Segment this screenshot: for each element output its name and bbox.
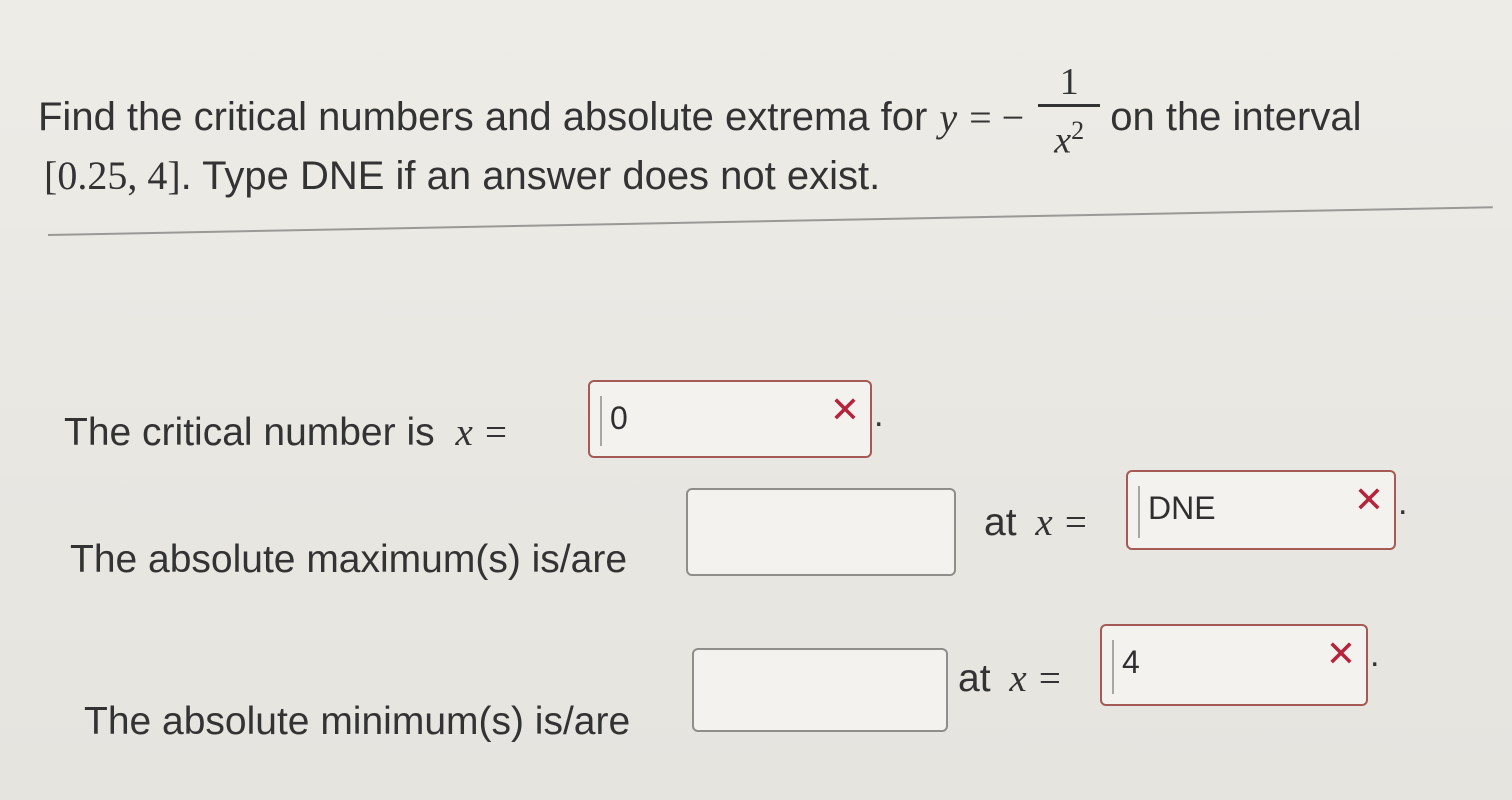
period: . — [874, 396, 884, 434]
maximum-label: The absolute maximum(s) is/are — [70, 538, 628, 581]
period: . — [1370, 636, 1380, 674]
critical-number-label: The critical number is — [64, 411, 435, 454]
minimum-at-row: at x = — [958, 656, 1063, 701]
minimum-x-value: 4 — [1122, 644, 1140, 680]
question-prompt: Find the critical numbers and absolute e… — [38, 94, 928, 139]
input-left-bar — [1112, 640, 1114, 694]
maximum-at-eq: x = — [1035, 501, 1089, 544]
maximum-at-label: at — [984, 501, 1017, 544]
input-left-bar — [600, 396, 602, 446]
maximum-x-value: DNE — [1148, 490, 1216, 526]
fraction-denominator: x2 — [1054, 111, 1084, 161]
maximum-x-input[interactable]: DNE ✕ — [1126, 470, 1396, 550]
fraction-numerator: 1 — [1059, 61, 1079, 103]
critical-number-value: 0 — [610, 400, 628, 436]
input-left-bar — [1138, 486, 1140, 538]
maximum-value-input[interactable] — [686, 488, 956, 576]
maximum-row: The absolute maximum(s) is/are — [70, 538, 627, 582]
minimum-row: The absolute minimum(s) is/are — [84, 700, 630, 744]
incorrect-icon: ✕ — [1325, 633, 1356, 674]
critical-number-row: The critical number is x = — [64, 410, 509, 455]
question-text: Find the critical numbers and absolute e… — [38, 30, 1478, 230]
period: . — [1398, 484, 1408, 522]
question-line-2: [0.25, 4]. Type DNE if an answer does no… — [44, 152, 880, 199]
minimum-x-input[interactable]: 4 ✕ — [1100, 624, 1368, 706]
maximum-at-row: at x = — [984, 500, 1089, 545]
incorrect-icon: ✕ — [1353, 479, 1384, 520]
equation-lhs: y — [939, 94, 958, 140]
fraction: 1 x2 — [1038, 61, 1101, 161]
interval: [0.25, 4] — [44, 153, 181, 198]
question-tail: on the interval — [1110, 94, 1362, 139]
minimum-at-eq: x = — [1009, 657, 1063, 700]
denominator-exponent: 2 — [1071, 116, 1085, 145]
critical-number-eq: x = — [455, 411, 509, 454]
question-instruction: . Type DNE if an answer does not exist. — [180, 154, 881, 198]
incorrect-icon: ✕ — [829, 389, 860, 430]
equation-sign: = − — [969, 94, 1025, 140]
fraction-bar — [1038, 104, 1101, 107]
minimum-at-label: at — [958, 657, 991, 700]
minimum-value-input[interactable] — [692, 648, 948, 732]
denominator-variable: x — [1054, 119, 1072, 162]
minimum-label: The absolute minimum(s) is/are — [84, 700, 631, 743]
critical-number-input[interactable]: 0 ✕ — [588, 380, 872, 458]
